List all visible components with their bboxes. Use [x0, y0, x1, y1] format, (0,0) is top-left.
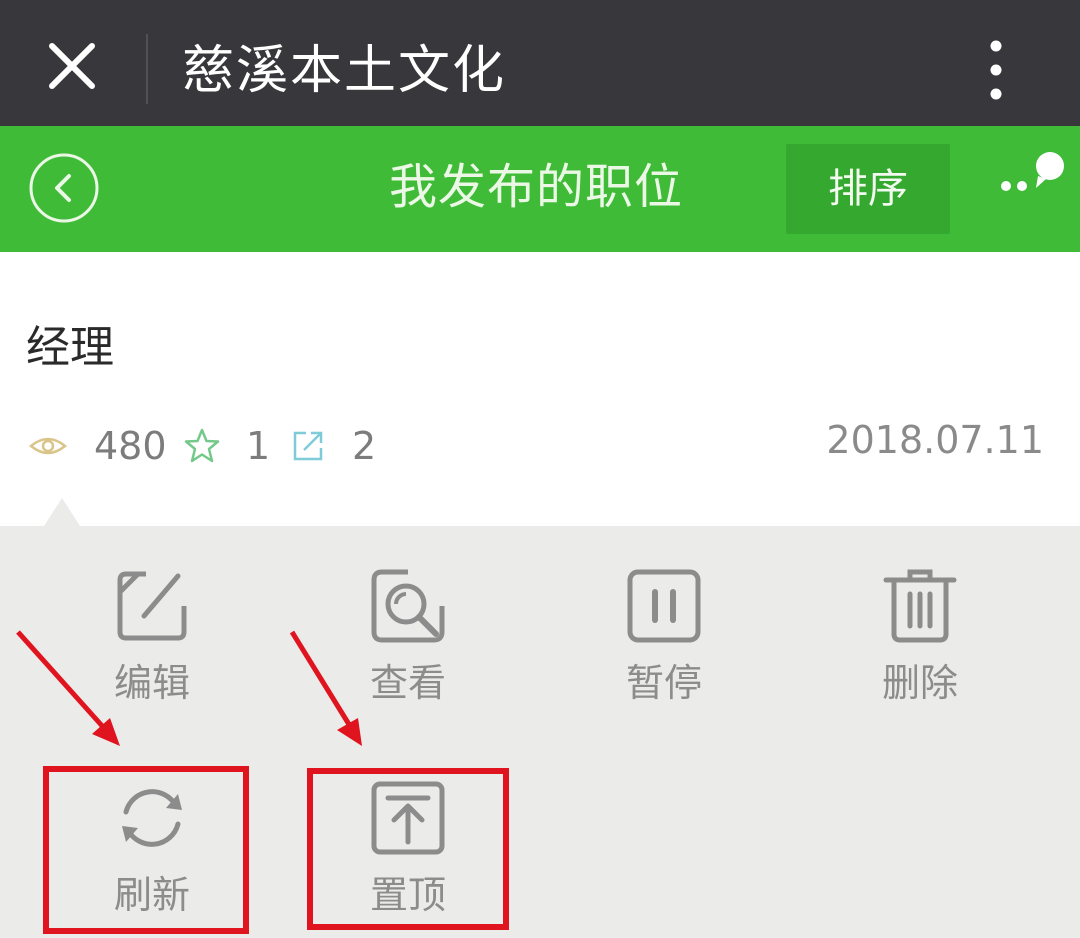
- share-icon: [293, 431, 323, 461]
- close-icon: [49, 43, 95, 89]
- app-title: 慈溪本土文化: [182, 41, 507, 101]
- edit-button[interactable]: 编辑: [72, 566, 232, 726]
- pin-top-label: 置顶: [369, 873, 446, 917]
- eye-icon: [29, 437, 67, 455]
- delete-label: 删除: [881, 661, 958, 705]
- delete-button[interactable]: 删除: [840, 566, 1000, 726]
- share-count: 2: [352, 424, 377, 468]
- edit-icon: [117, 571, 187, 641]
- mini-program-menu-icon: [1001, 152, 1064, 191]
- mini-program-menu-button[interactable]: [996, 146, 1068, 202]
- job-date: 2018.07.11: [826, 418, 1044, 462]
- job-title: 经理: [26, 322, 114, 373]
- view-count: 480: [94, 424, 167, 468]
- magnifier-icon: [371, 569, 445, 643]
- view-label: 查看: [369, 661, 446, 705]
- pause-button[interactable]: 暂停: [584, 566, 744, 726]
- pin-top-icon: [371, 781, 445, 855]
- more-button[interactable]: [976, 38, 1016, 102]
- view-button[interactable]: 查看: [328, 566, 488, 726]
- trash-icon: [883, 569, 957, 643]
- pin-top-button[interactable]: 置顶: [328, 778, 488, 938]
- pause-label: 暂停: [625, 661, 702, 705]
- title-divider: [146, 34, 148, 104]
- refresh-button[interactable]: 刷新: [72, 778, 232, 938]
- refresh-icon: [122, 789, 182, 847]
- favorite-count: 1: [246, 424, 271, 468]
- star-icon: [184, 428, 220, 463]
- refresh-label: 刷新: [113, 873, 190, 917]
- page-header: 我发布的职位 排序: [0, 126, 1080, 252]
- more-vertical-icon: [990, 40, 1002, 100]
- sort-button[interactable]: 排序: [786, 144, 950, 234]
- title-bar: 慈溪本土文化: [0, 0, 1080, 126]
- job-card[interactable]: 经理 480 1 2 2018.07.11: [0, 252, 1080, 526]
- panel-pointer: [44, 498, 80, 526]
- edit-label: 编辑: [113, 661, 190, 705]
- close-button[interactable]: [42, 36, 102, 96]
- pause-icon: [627, 569, 701, 643]
